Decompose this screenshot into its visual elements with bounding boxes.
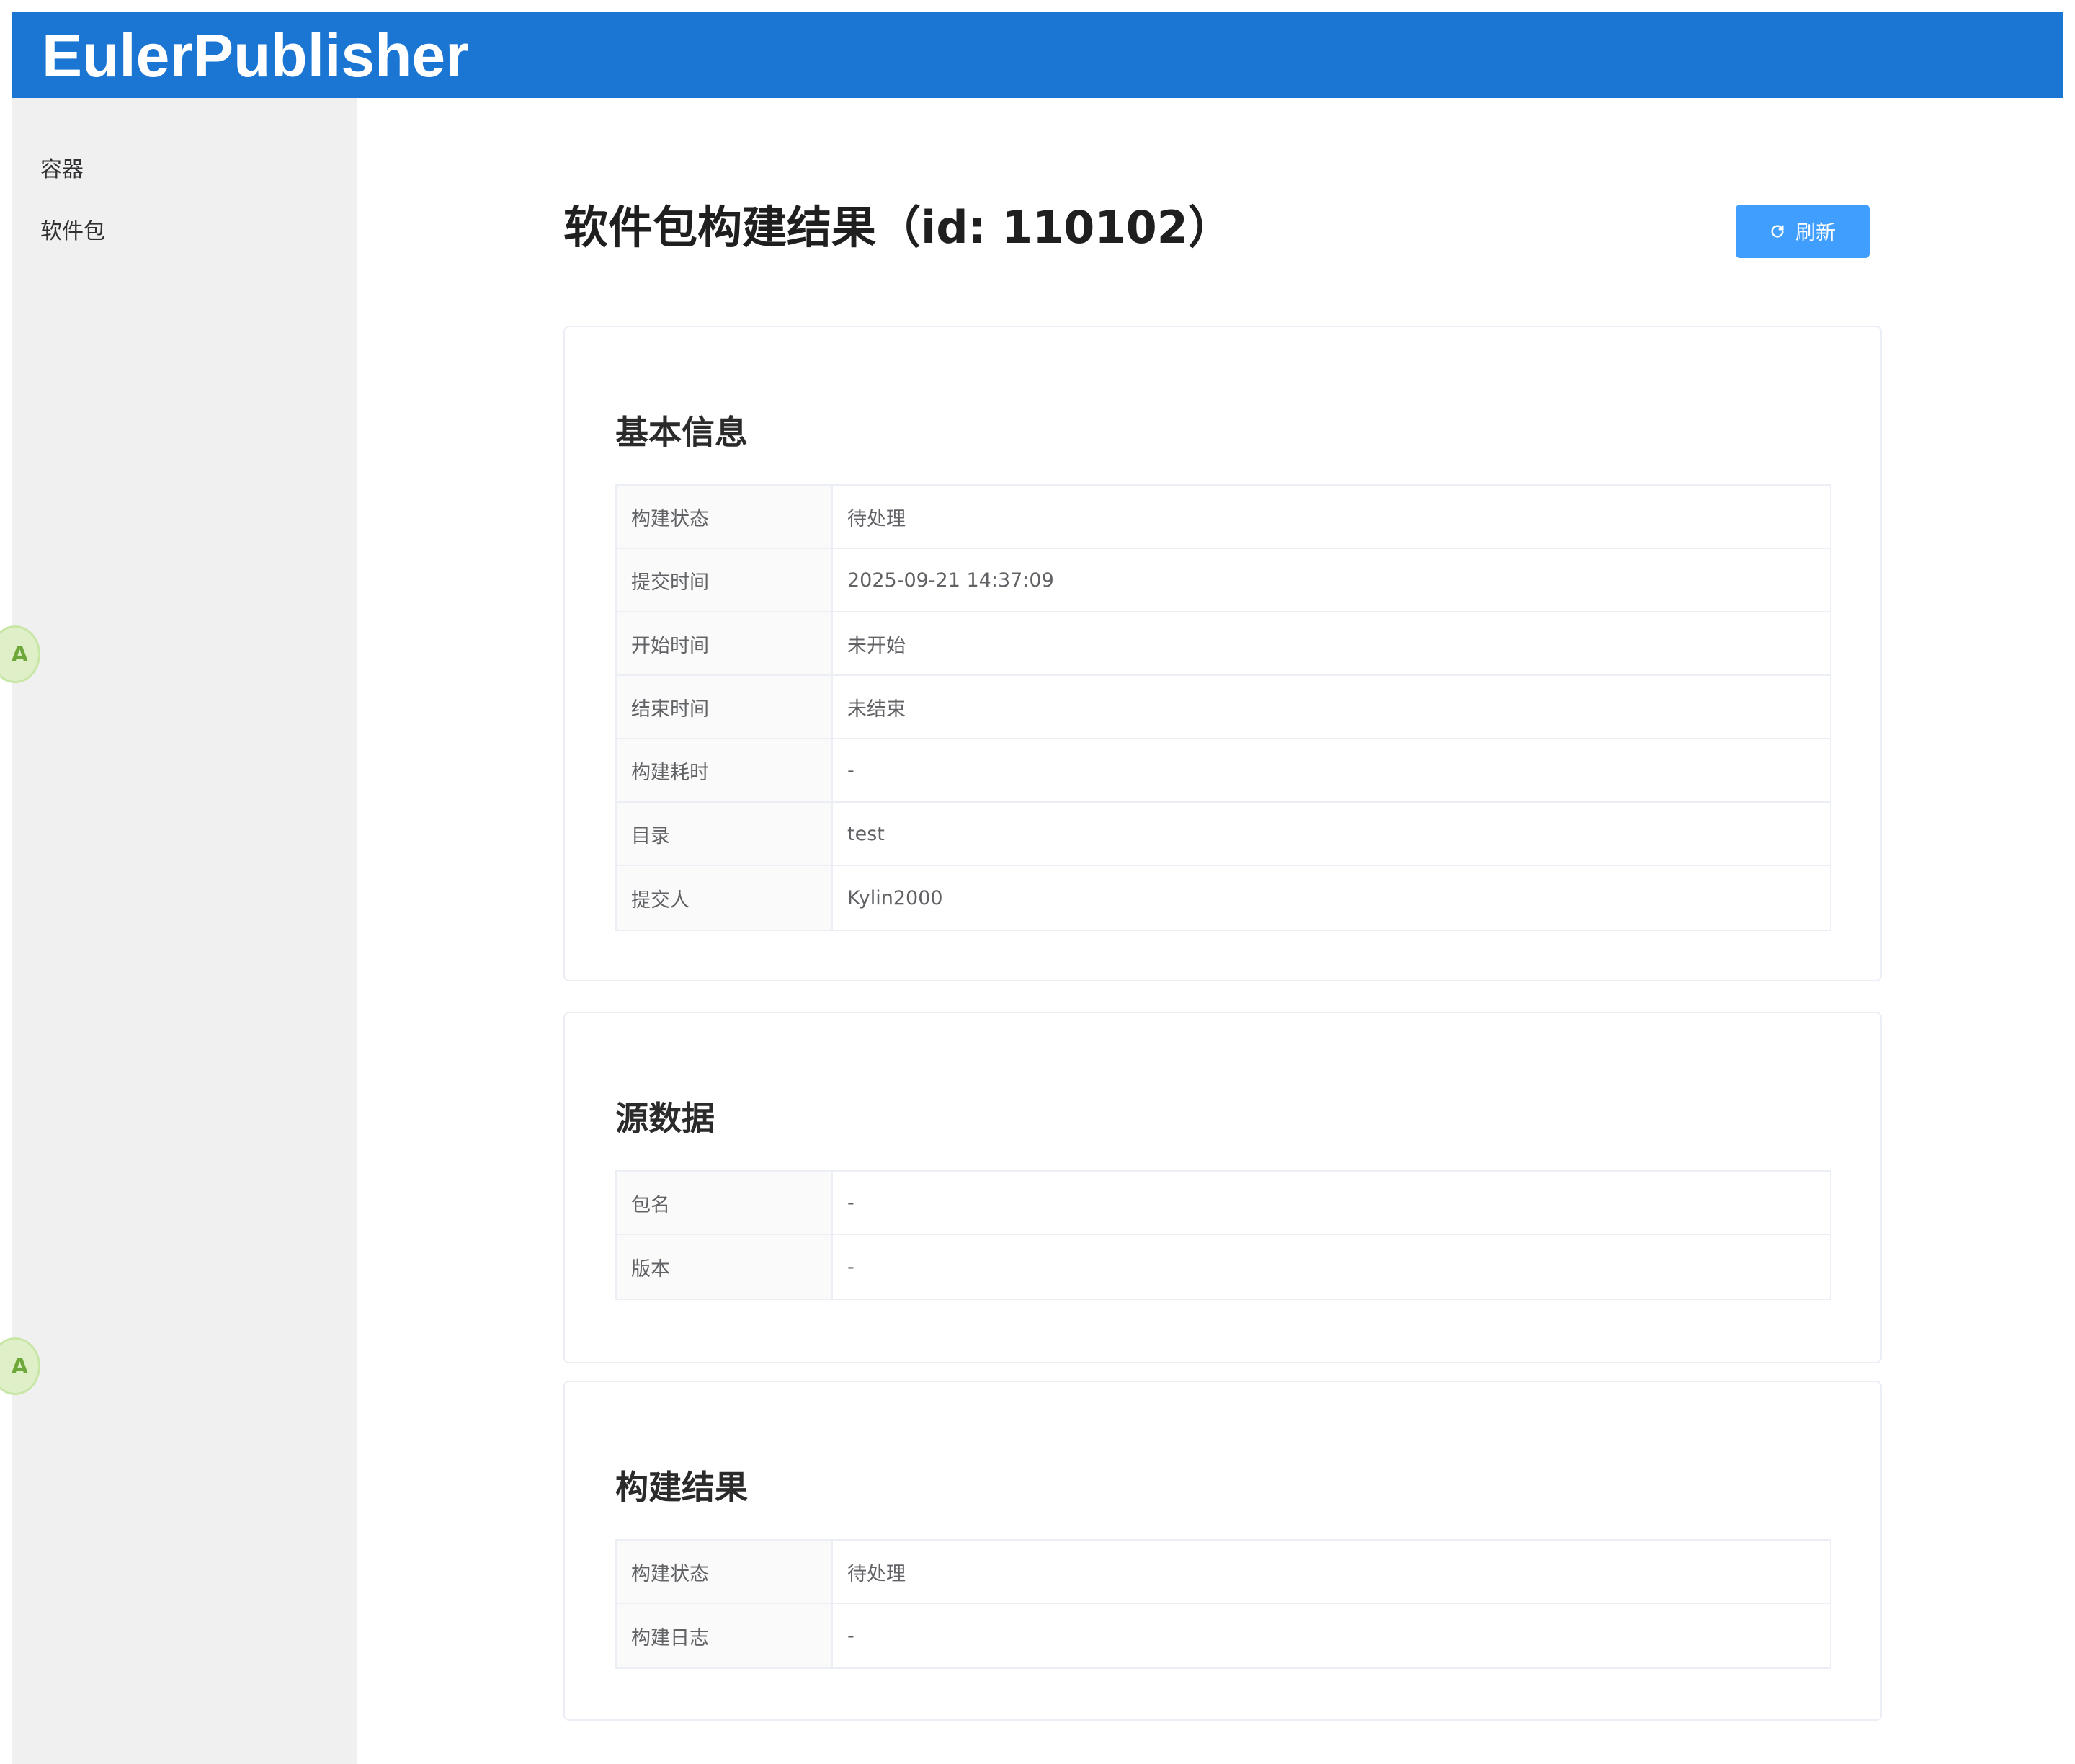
main-content: 软件包构建结果（id: 110102） 刷新 基本信息 构建状态 待处理 提交时… — [357, 98, 2063, 1764]
build-result-card: 构建结果 构建状态 待处理 构建日志 - — [563, 1381, 1882, 1721]
row-value: 待处理 — [847, 507, 906, 530]
source-data-card: 源数据 包名 - 版本 - — [563, 1012, 1882, 1363]
page-title: 软件包构建结果（id: 110102） — [563, 201, 1233, 254]
table-row: 提交时间 2025-09-21 14:37:09 — [617, 549, 1830, 612]
top-header: EulerPublisher — [12, 12, 2063, 98]
row-label: 提交时间 — [617, 549, 833, 611]
card-title-result: 构建结果 — [615, 1468, 748, 1507]
card-title-source: 源数据 — [615, 1099, 715, 1138]
refresh-button[interactable]: 刷新 — [1736, 205, 1870, 258]
row-label: 构建状态 — [617, 1541, 833, 1603]
row-label: 构建耗时 — [617, 739, 833, 801]
build-result-table: 构建状态 待处理 构建日志 - — [615, 1539, 1831, 1669]
table-row: 构建日志 - — [617, 1604, 1830, 1667]
refresh-icon — [1771, 225, 1784, 238]
row-value: - — [847, 1624, 854, 1647]
refresh-label: 刷新 — [1795, 221, 1836, 244]
row-label: 构建日志 — [617, 1604, 833, 1667]
brand-title[interactable]: EulerPublisher — [42, 23, 469, 88]
row-value: - — [847, 1255, 854, 1278]
row-label: 版本 — [617, 1235, 833, 1298]
table-row: 构建状态 待处理 — [617, 1541, 1830, 1604]
table-row: 构建耗时 - — [617, 739, 1830, 803]
row-value: - — [847, 1191, 854, 1214]
table-row: 目录 test — [617, 803, 1830, 866]
sidebar-item-containers[interactable]: 容器 — [40, 156, 84, 184]
table-row: 版本 - — [617, 1235, 1830, 1298]
card-title-basic: 基本信息 — [615, 413, 748, 452]
table-row: 包名 - — [617, 1172, 1830, 1235]
row-label: 结束时间 — [617, 676, 833, 738]
row-value: 未结束 — [847, 698, 906, 721]
table-row: 结束时间 未结束 — [617, 676, 1830, 739]
row-value: 2025-09-21 14:37:09 — [847, 569, 1054, 592]
row-value: test — [847, 822, 885, 845]
row-value: 未开始 — [847, 634, 906, 657]
row-label: 目录 — [617, 803, 833, 865]
source-data-table: 包名 - 版本 - — [615, 1170, 1831, 1300]
table-row: 开始时间 未开始 — [617, 612, 1830, 676]
table-row: 提交人 Kylin2000 — [617, 866, 1830, 930]
row-value: - — [847, 759, 854, 782]
sidebar: 容器 软件包 — [12, 98, 357, 1764]
basic-info-table: 构建状态 待处理 提交时间 2025-09-21 14:37:09 开始时间 未… — [615, 484, 1831, 931]
row-value: 待处理 — [847, 1562, 906, 1585]
row-label: 包名 — [617, 1172, 833, 1234]
row-label: 提交人 — [617, 866, 833, 930]
row-label: 构建状态 — [617, 486, 833, 548]
table-row: 构建状态 待处理 — [617, 486, 1830, 549]
row-value: Kylin2000 — [847, 886, 943, 909]
app-root: EulerPublisher 容器 软件包 A A 软件包构建结果（id: 11… — [0, 12, 2063, 1764]
sidebar-item-packages[interactable]: 软件包 — [40, 218, 105, 246]
row-label: 开始时间 — [617, 612, 833, 674]
basic-info-card: 基本信息 构建状态 待处理 提交时间 2025-09-21 14:37:09 开… — [563, 326, 1882, 981]
